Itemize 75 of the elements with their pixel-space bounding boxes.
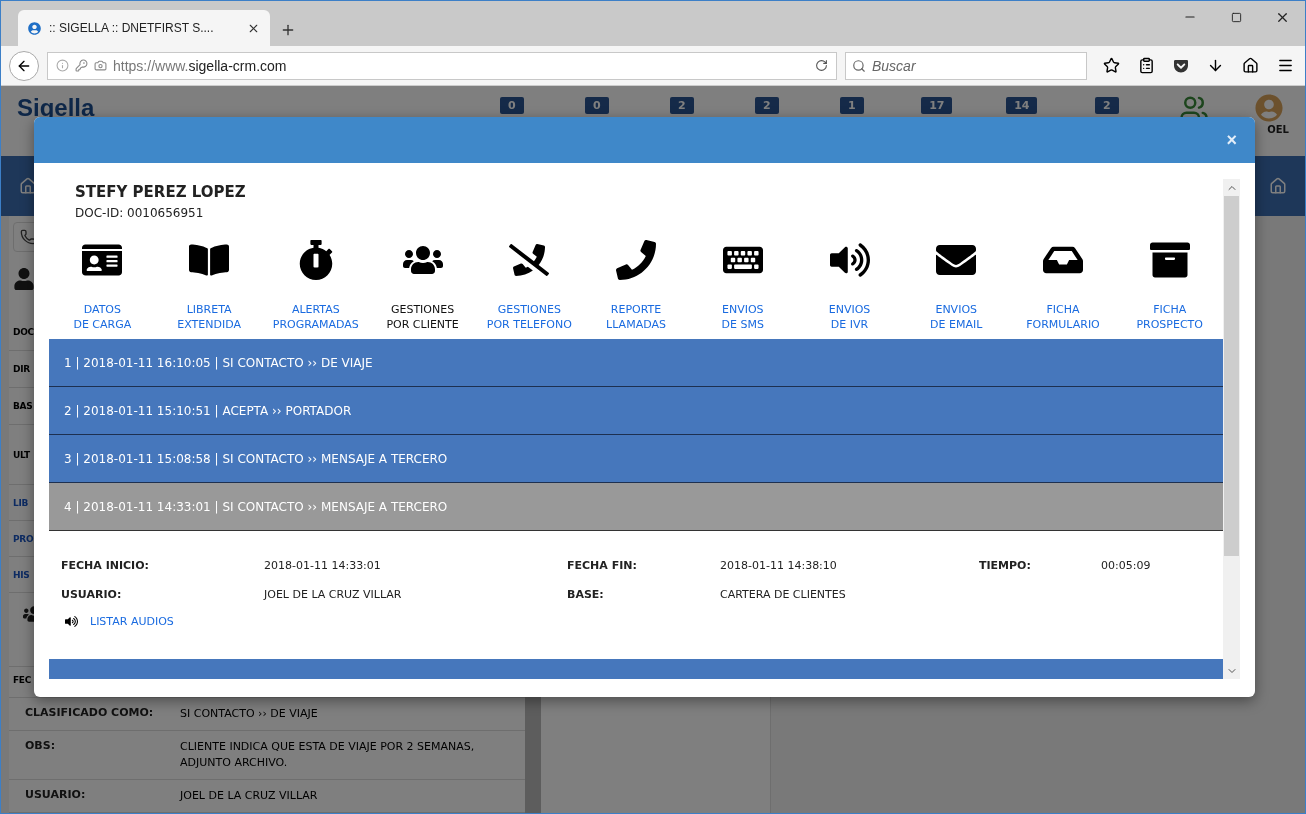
field-label: CLASIFICADO COMO: bbox=[25, 706, 155, 721]
field-label: USUARIO: bbox=[25, 788, 87, 803]
customer-name: STEFY PEREZ LOPEZ bbox=[75, 183, 247, 201]
field-label: DOC bbox=[13, 327, 34, 337]
clipboard-icon[interactable] bbox=[1138, 57, 1155, 74]
field-label[interactable]: HIS bbox=[13, 569, 30, 580]
field-label: ULT bbox=[13, 449, 30, 460]
scroll-thumb[interactable] bbox=[1224, 196, 1239, 556]
count-badge: 14 bbox=[1006, 97, 1038, 114]
field-value: 00:05:09 bbox=[1101, 559, 1152, 572]
app-logo: Sigella bbox=[17, 94, 96, 122]
close-button[interactable]: × bbox=[1222, 129, 1241, 151]
history-row[interactable]: 2 | 2018-01-11 15:10:51 | ACEPTA ›› PORTADOR bbox=[49, 387, 1223, 435]
history-row[interactable]: 3 | 2018-01-11 15:08:58 | SI CONTACTO ›› MENSAJE A TERCERO bbox=[49, 435, 1223, 483]
field-label: FECHA INICIO: bbox=[61, 559, 150, 572]
user-name: OEL bbox=[1266, 124, 1289, 135]
action-link[interactable]: FICHA FORMULARIO bbox=[1009, 236, 1117, 339]
camera-icon[interactable] bbox=[94, 59, 107, 72]
phone-icon bbox=[20, 229, 36, 245]
field-label: USUARIO: bbox=[61, 588, 123, 601]
count-badge: 2 bbox=[754, 97, 779, 114]
action-link[interactable]: REPORTE LLAMADAS bbox=[582, 236, 690, 339]
count-badge: 0 bbox=[584, 97, 609, 114]
action-link[interactable]: ALERTAS PROGRAMADAS bbox=[262, 236, 370, 339]
field-label: DIR bbox=[13, 364, 30, 374]
action-link[interactable]: GESTIONES POR TELEFONO bbox=[475, 236, 583, 339]
avatar-icon[interactable] bbox=[1255, 94, 1284, 122]
field-label: TIEMPO: bbox=[979, 559, 1032, 572]
field-label: FEC bbox=[13, 675, 31, 687]
browser-tab[interactable]: :: SIGELLA :: DNETFIRST S.... bbox=[18, 10, 270, 46]
action-link[interactable]: FICHA PROSPECTO bbox=[1116, 236, 1223, 339]
field-label[interactable]: LIB bbox=[13, 497, 29, 508]
action-link[interactable]: DATOS DE CARGA bbox=[49, 236, 156, 339]
menu-icon[interactable] bbox=[1277, 57, 1294, 74]
field-value: JOEL DE LA CRUZ VILLAR bbox=[264, 588, 403, 601]
count-badge: 0 bbox=[499, 97, 524, 114]
field-value: SI CONTACTO ›› DE VIAJE bbox=[180, 706, 319, 722]
history-row[interactable]: 4 | 2018-01-11 14:33:01 | SI CONTACTO ›› MENSAJE A TERCERO bbox=[49, 483, 1223, 531]
action-link[interactable]: ENVIOS DE SMS bbox=[689, 236, 797, 339]
pocket-icon[interactable] bbox=[1173, 57, 1189, 74]
site-favicon bbox=[28, 21, 41, 35]
document-id: DOC-ID: 0010656951 bbox=[75, 206, 205, 220]
count-badge: 17 bbox=[921, 97, 953, 114]
field-label: BAS bbox=[13, 401, 33, 411]
field-value: 2018-01-11 14:33:01 bbox=[264, 559, 382, 572]
home-icon[interactable] bbox=[1242, 57, 1259, 74]
field-value: CLIENTE INDICA QUE ESTA DE VIAJE POR 2 SEMANAS, ADJUNTO ARCHIVO. bbox=[180, 739, 476, 771]
download-icon[interactable] bbox=[1207, 57, 1224, 74]
field-label: OBS: bbox=[25, 739, 57, 754]
back-button[interactable] bbox=[9, 50, 39, 81]
action-link[interactable]: ENVIOS DE IVR bbox=[796, 236, 903, 339]
count-badge: 1 bbox=[839, 97, 864, 114]
address-field[interactable]: https://www.sigella-crm.com bbox=[47, 51, 837, 80]
new-tab-icon[interactable] bbox=[280, 22, 296, 38]
tab-title: :: SIGELLA :: DNETFIRST S.... bbox=[49, 21, 215, 35]
field-value: 2018-01-11 14:38:10 bbox=[720, 559, 838, 572]
history-row[interactable]: 1 | 2018-01-11 16:10:05 | SI CONTACTO ›› DE VIAJE bbox=[49, 339, 1223, 387]
action-link[interactable]: ENVIOS DE EMAIL bbox=[902, 236, 1010, 339]
field-label[interactable]: PRO bbox=[13, 533, 34, 544]
info-icon[interactable] bbox=[56, 59, 69, 72]
field-label: FECHA FIN: bbox=[567, 559, 638, 572]
field-label: BASE: bbox=[567, 588, 605, 601]
action-link[interactable]: LIBRETA EXTENDIDA bbox=[155, 236, 263, 339]
field-value: CARTERA DE CLIENTES bbox=[720, 588, 847, 601]
reload-icon[interactable] bbox=[815, 59, 828, 72]
search-field[interactable]: Buscar bbox=[845, 51, 1087, 80]
count-badge: 2 bbox=[669, 97, 694, 114]
speaker-icon bbox=[65, 615, 78, 628]
star-icon[interactable] bbox=[1103, 57, 1120, 74]
count-badge: 2 bbox=[1094, 97, 1119, 114]
audio-link[interactable]: LISTAR AUDIOS bbox=[90, 615, 174, 628]
key-icon[interactable] bbox=[75, 59, 88, 72]
field-value: JOEL DE LA CRUZ VILLAR bbox=[180, 788, 319, 804]
person-icon bbox=[13, 268, 35, 290]
action-link[interactable]: GESTIONES POR CLIENTE bbox=[369, 236, 476, 339]
